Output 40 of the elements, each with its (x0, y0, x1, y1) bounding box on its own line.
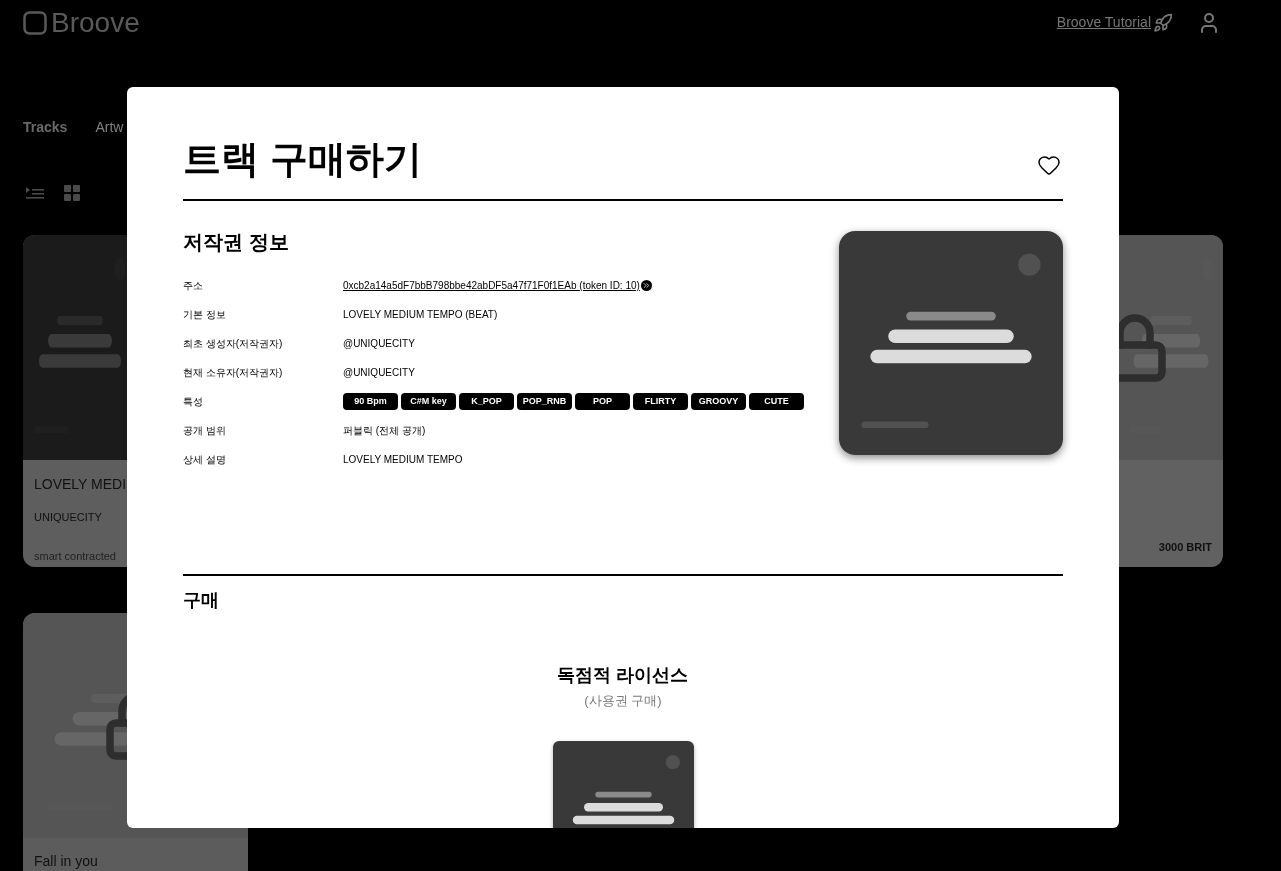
card-title: LOVELY MEDI (34, 475, 126, 494)
info-label: 특성 (183, 395, 204, 409)
logo-icon (23, 10, 47, 35)
info-label: 기본 정보 (183, 308, 227, 322)
tab[interactable]: Artw (95, 117, 124, 138)
section-title: 구매 (183, 590, 219, 610)
tag: GROOVY (691, 393, 746, 410)
info-label: 상세 설명 (183, 453, 227, 467)
open-icon[interactable] (640, 280, 652, 291)
rocket-icon (1153, 12, 1173, 33)
info-label: 현재 소유자(저작권자) (183, 366, 284, 380)
card-price: 3000 BRIT (1158, 539, 1212, 555)
tutorial-link[interactable]: Broove Tutorial (1056, 12, 1173, 33)
favorite-icon[interactable] (1037, 153, 1061, 177)
tag: CUTE (749, 393, 804, 410)
modal-title: 트랙 구매하기 (183, 137, 422, 182)
tag: K_POP (459, 393, 514, 410)
section-title: 저작권 정보 (183, 230, 290, 255)
info-label: 공개 범위 (183, 424, 227, 438)
info-label: 최초 생성자(저작권자) (183, 337, 284, 351)
info-value: LOVELY MEDIUM TEMPO (BEAT) (343, 308, 498, 322)
address-link[interactable]: 0xcb2a14a5dF7bbB798bbe42abDF5a47f71F0f1EAb (token ID: 10) (343, 278, 640, 293)
tab[interactable]: Tracks (23, 117, 68, 138)
card-footer: smart contracted (34, 547, 126, 564)
info-value: 퍼블릭 (전체 공개) (343, 424, 426, 438)
info-value: @UNIQUECITY (343, 366, 415, 380)
tag: POP (575, 393, 630, 410)
card-title: Fall in you (34, 853, 98, 869)
tag: 90 Bpm (343, 393, 398, 410)
logo-text: Broove (51, 8, 140, 37)
info-value: LOVELY MEDIUM TEMPO (343, 453, 463, 467)
license-title: 독점적 라이선스 (557, 664, 689, 687)
tag: POP_RNB (517, 393, 572, 410)
card-artist: UNIQUECITY (34, 510, 103, 525)
info-label: 주소 (183, 279, 204, 293)
tag: C#M key (401, 393, 456, 410)
license-subtitle: (사용권 구매) (584, 692, 662, 710)
info-value: @UNIQUECITY (343, 337, 415, 351)
track-card[interactable]: 3000 BRIT (1119, 235, 1223, 567)
tag: FLIRTY (633, 393, 688, 410)
